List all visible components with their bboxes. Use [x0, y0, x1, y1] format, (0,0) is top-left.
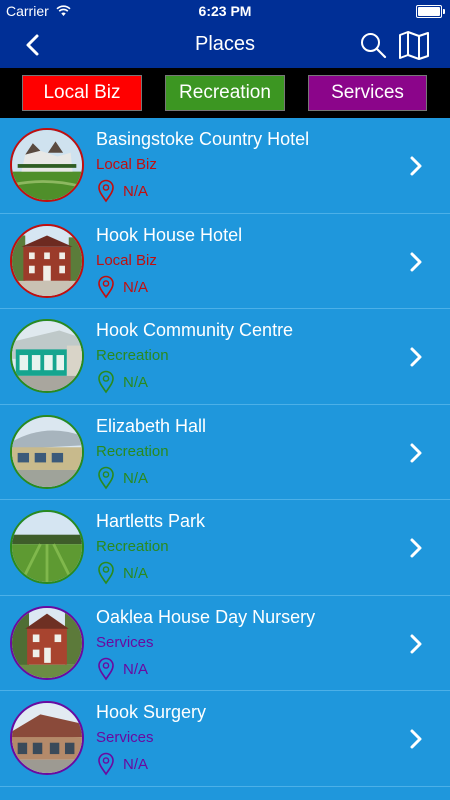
location-pin-icon [98, 561, 114, 585]
place-category: Recreation [96, 538, 169, 555]
battery-icon [416, 5, 445, 18]
place-row-hook-house-hotel[interactable]: Hook House Hotel Local Biz N/A [0, 214, 450, 309]
place-name: Basingstoke Country Hotel [96, 129, 310, 149]
location-pin-icon [98, 179, 114, 203]
place-photo [10, 510, 84, 584]
clock: 6:23 PM [198, 3, 252, 19]
place-category: Local Biz [96, 156, 157, 173]
place-address: N/A [123, 756, 149, 773]
place-category: Recreation [96, 442, 169, 460]
chevron-right-icon [410, 347, 422, 367]
place-category: Services [96, 633, 154, 651]
location-pin-icon [98, 752, 114, 776]
places-list: Basingstoke Country Hotel Local Biz N/A … [0, 118, 450, 787]
chevron-right-icon [410, 443, 422, 462]
place-address: N/A [123, 374, 149, 391]
place-photo [10, 223, 84, 298]
location-pin-icon [98, 275, 114, 298]
place-row-hartletts-park[interactable]: Hartletts Park Recreation N/A [0, 500, 450, 596]
filter-recreation-button[interactable]: Recreation [165, 75, 285, 111]
filter-services-button[interactable]: Services [308, 75, 427, 111]
place-name: Hook Surgery [96, 702, 207, 722]
nav-bar: Places [0, 22, 450, 68]
place-row-oaklea-house-day-nursery[interactable]: Oaklea House Day Nursery Services N/A [0, 596, 450, 691]
place-address: N/A [123, 183, 149, 200]
place-row-elizabeth-hall[interactable]: Elizabeth Hall Recreation N/A [0, 405, 450, 500]
place-name: Hook Community Centre [96, 320, 294, 340]
place-row-hook-community-centre[interactable]: Hook Community Centre Recreation N/A [0, 309, 450, 405]
location-pin-icon [98, 370, 114, 394]
place-address: N/A [123, 469, 149, 487]
chevron-right-icon [410, 156, 422, 176]
chevron-right-icon [410, 729, 422, 749]
place-category: Local Biz [96, 251, 157, 269]
chevron-right-icon [410, 252, 422, 271]
place-row-hook-surgery[interactable]: Hook Surgery Services N/A [0, 691, 450, 787]
place-address: N/A [123, 660, 149, 678]
search-icon[interactable] [359, 31, 387, 59]
place-photo [10, 414, 84, 489]
place-name: Elizabeth Hall [96, 415, 207, 436]
place-name: Oaklea House Day Nursery [96, 606, 316, 627]
place-photo [10, 319, 84, 393]
place-address: N/A [123, 278, 149, 296]
place-category: Recreation [96, 347, 169, 364]
place-photo [10, 605, 84, 680]
category-filter-bar: Local Biz Recreation Services [0, 68, 450, 118]
place-photo [10, 128, 84, 202]
place-address: N/A [123, 565, 149, 582]
map-icon[interactable] [398, 30, 430, 60]
filter-local-biz-button[interactable]: Local Biz [22, 75, 142, 111]
place-photo [10, 701, 84, 775]
chevron-right-icon [410, 634, 422, 653]
place-category: Services [96, 729, 154, 746]
chevron-right-icon [410, 538, 422, 558]
location-pin-icon [98, 657, 114, 680]
location-pin-icon [98, 466, 114, 489]
place-row-basingstoke-country-hotel[interactable]: Basingstoke Country Hotel Local Biz N/A [0, 118, 450, 214]
status-bar: Carrier 6:23 PM [0, 0, 450, 22]
place-name: Hartletts Park [96, 511, 206, 531]
place-name: Hook House Hotel [96, 224, 243, 245]
